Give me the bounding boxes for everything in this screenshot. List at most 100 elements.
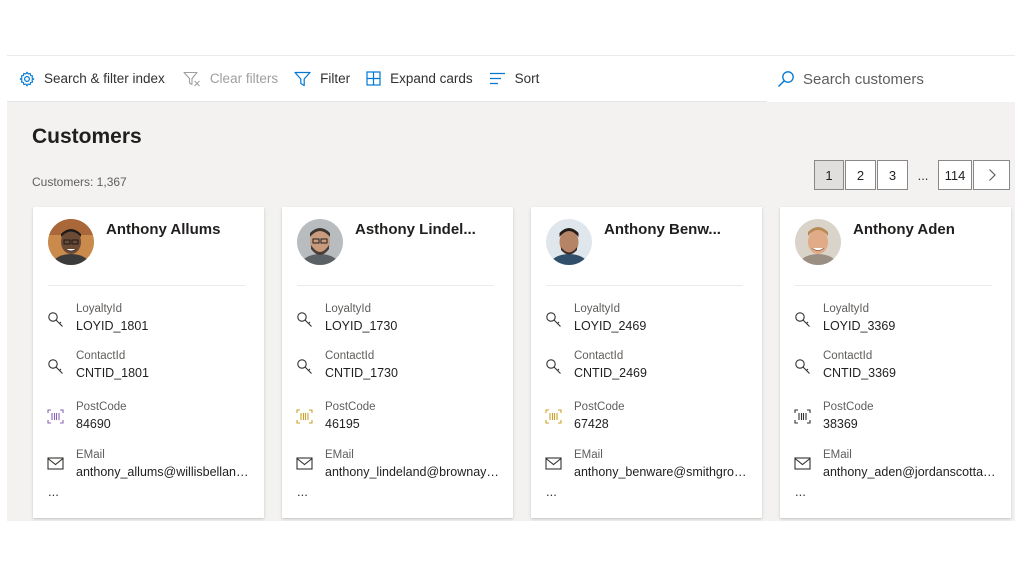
mail-icon <box>545 457 562 470</box>
sort-lines-icon <box>489 72 505 85</box>
clear-filters-label: Clear filters <box>209 71 279 86</box>
customer-name: Anthony Allums <box>106 221 221 238</box>
page-button-2[interactable]: 2 <box>845 160 876 190</box>
customer-name: Anthony Benw... <box>604 221 721 238</box>
search-input[interactable] <box>803 70 1003 88</box>
more-fields-indicator: ... <box>795 484 806 499</box>
field-label: PostCode <box>574 401 625 413</box>
customer-name: Anthony Aden <box>853 221 955 238</box>
loyalty-id-value: LOYID_1801 <box>76 319 149 333</box>
field-label: LoyaltyId <box>76 303 123 315</box>
command-bar: Search & filter index Clear filters Filt… <box>7 55 1015 102</box>
filter-button[interactable]: Filter <box>286 56 358 101</box>
contact-id-value: CNTID_3369 <box>823 366 896 380</box>
field-label: EMail <box>823 449 852 461</box>
page-button-1[interactable]: 1 <box>814 160 844 190</box>
search-filter-index-button[interactable]: Search & filter index <box>7 56 173 101</box>
avatar-photo-icon <box>48 219 94 265</box>
field-label: EMail <box>76 449 105 461</box>
field-label: ContactId <box>823 350 873 362</box>
barcode-icon <box>296 409 313 424</box>
loyalty-id-value: LOYID_3369 <box>823 319 896 333</box>
sort-button[interactable]: Sort <box>481 56 548 101</box>
contact-id-field: ContactId CNTID_1730 <box>296 350 501 382</box>
customer-card[interactable]: Anthony Aden LoyaltyId LOYID_3369 Contac… <box>780 207 1011 518</box>
loyalty-id-field: LoyaltyId LOYID_3369 <box>794 303 999 335</box>
postcode-value: 38369 <box>823 417 858 431</box>
page-ellipsis: ... <box>917 167 929 183</box>
filter-label: Filter <box>320 71 351 86</box>
search-icon <box>778 71 794 87</box>
sort-label: Sort <box>514 71 540 86</box>
expand-cards-label: Expand cards <box>390 71 473 86</box>
postcode-field: PostCode 67428 <box>545 401 750 433</box>
email-field: EMail anthony_benware@smithgrou... <box>545 449 750 481</box>
postcode-value: 84690 <box>76 417 111 431</box>
field-label: LoyaltyId <box>574 303 621 315</box>
field-label: EMail <box>325 449 354 461</box>
postcode-field: PostCode 84690 <box>47 401 252 433</box>
key-icon <box>297 359 312 374</box>
customer-count: Customers: 1,367 <box>32 175 127 189</box>
email-value: anthony_aden@jordanscottand... <box>823 465 999 479</box>
field-label: ContactId <box>76 350 126 362</box>
customer-card[interactable]: Anthony Allums LoyaltyId LOYID_1801 Cont… <box>33 207 264 518</box>
email-field: EMail anthony_aden@jordanscottand... <box>794 449 999 481</box>
customer-card[interactable]: Asthony Lindel... LoyaltyId LOYID_1730 C… <box>282 207 513 518</box>
field-label: LoyaltyId <box>823 303 870 315</box>
key-icon <box>546 312 561 327</box>
postcode-value: 46195 <box>325 417 360 431</box>
postcode-field: PostCode 38369 <box>794 401 999 433</box>
avatar-photo-icon <box>297 219 343 265</box>
contact-id-field: ContactId CNTID_1801 <box>47 350 252 382</box>
page-button-last[interactable]: 114 <box>938 160 972 190</box>
card-divider <box>297 285 494 286</box>
field-label: ContactId <box>325 350 375 362</box>
avatar <box>48 219 94 265</box>
contact-id-field: ContactId CNTID_2469 <box>545 350 750 382</box>
key-icon <box>297 312 312 327</box>
field-label: PostCode <box>76 401 127 413</box>
postcode-value: 67428 <box>574 417 609 431</box>
contact-id-value: CNTID_1801 <box>76 366 149 380</box>
contact-id-field: ContactId CNTID_3369 <box>794 350 999 382</box>
avatar <box>297 219 343 265</box>
pagination: 1 2 3 ... 114 <box>814 160 1010 190</box>
card-divider <box>795 285 992 286</box>
mail-icon <box>296 457 313 470</box>
email-value: anthony_lindeland@brownayer... <box>325 465 501 479</box>
email-field: EMail anthony_lindeland@brownayer... <box>296 449 501 481</box>
key-icon <box>795 312 810 327</box>
avatar-photo-icon <box>546 219 592 265</box>
field-label: PostCode <box>823 401 874 413</box>
loyalty-id-field: LoyaltyId LOYID_1730 <box>296 303 501 335</box>
postcode-field: PostCode 46195 <box>296 401 501 433</box>
clear-filters-button[interactable]: Clear filters <box>175 56 286 101</box>
field-label: PostCode <box>325 401 376 413</box>
customer-name: Asthony Lindel... <box>355 221 476 238</box>
contact-id-value: CNTID_2469 <box>574 366 647 380</box>
card-divider <box>546 285 743 286</box>
page-button-3[interactable]: 3 <box>877 160 908 190</box>
key-icon <box>48 359 63 374</box>
gear-icon <box>19 71 35 86</box>
avatar-photo-icon <box>795 219 841 265</box>
expand-cards-button[interactable]: Expand cards <box>358 56 481 101</box>
key-icon <box>48 312 63 327</box>
next-page-button[interactable] <box>973 160 1010 190</box>
loyalty-id-field: LoyaltyId LOYID_2469 <box>545 303 750 335</box>
email-value: anthony_benware@smithgrou... <box>574 465 750 479</box>
key-icon <box>546 359 561 374</box>
customer-card[interactable]: Anthony Benw... LoyaltyId LOYID_2469 Con… <box>531 207 762 518</box>
email-value: anthony_allums@willisbelland... <box>76 465 252 479</box>
clear-filter-icon <box>183 71 200 86</box>
email-field: EMail anthony_allums@willisbelland... <box>47 449 252 481</box>
loyalty-id-value: LOYID_1730 <box>325 319 398 333</box>
avatar <box>795 219 841 265</box>
barcode-icon <box>47 409 64 424</box>
search-box[interactable] <box>767 56 1015 102</box>
mail-icon <box>794 457 811 470</box>
filter-icon <box>294 71 311 86</box>
key-icon <box>795 359 810 374</box>
more-fields-indicator: ... <box>546 484 557 499</box>
